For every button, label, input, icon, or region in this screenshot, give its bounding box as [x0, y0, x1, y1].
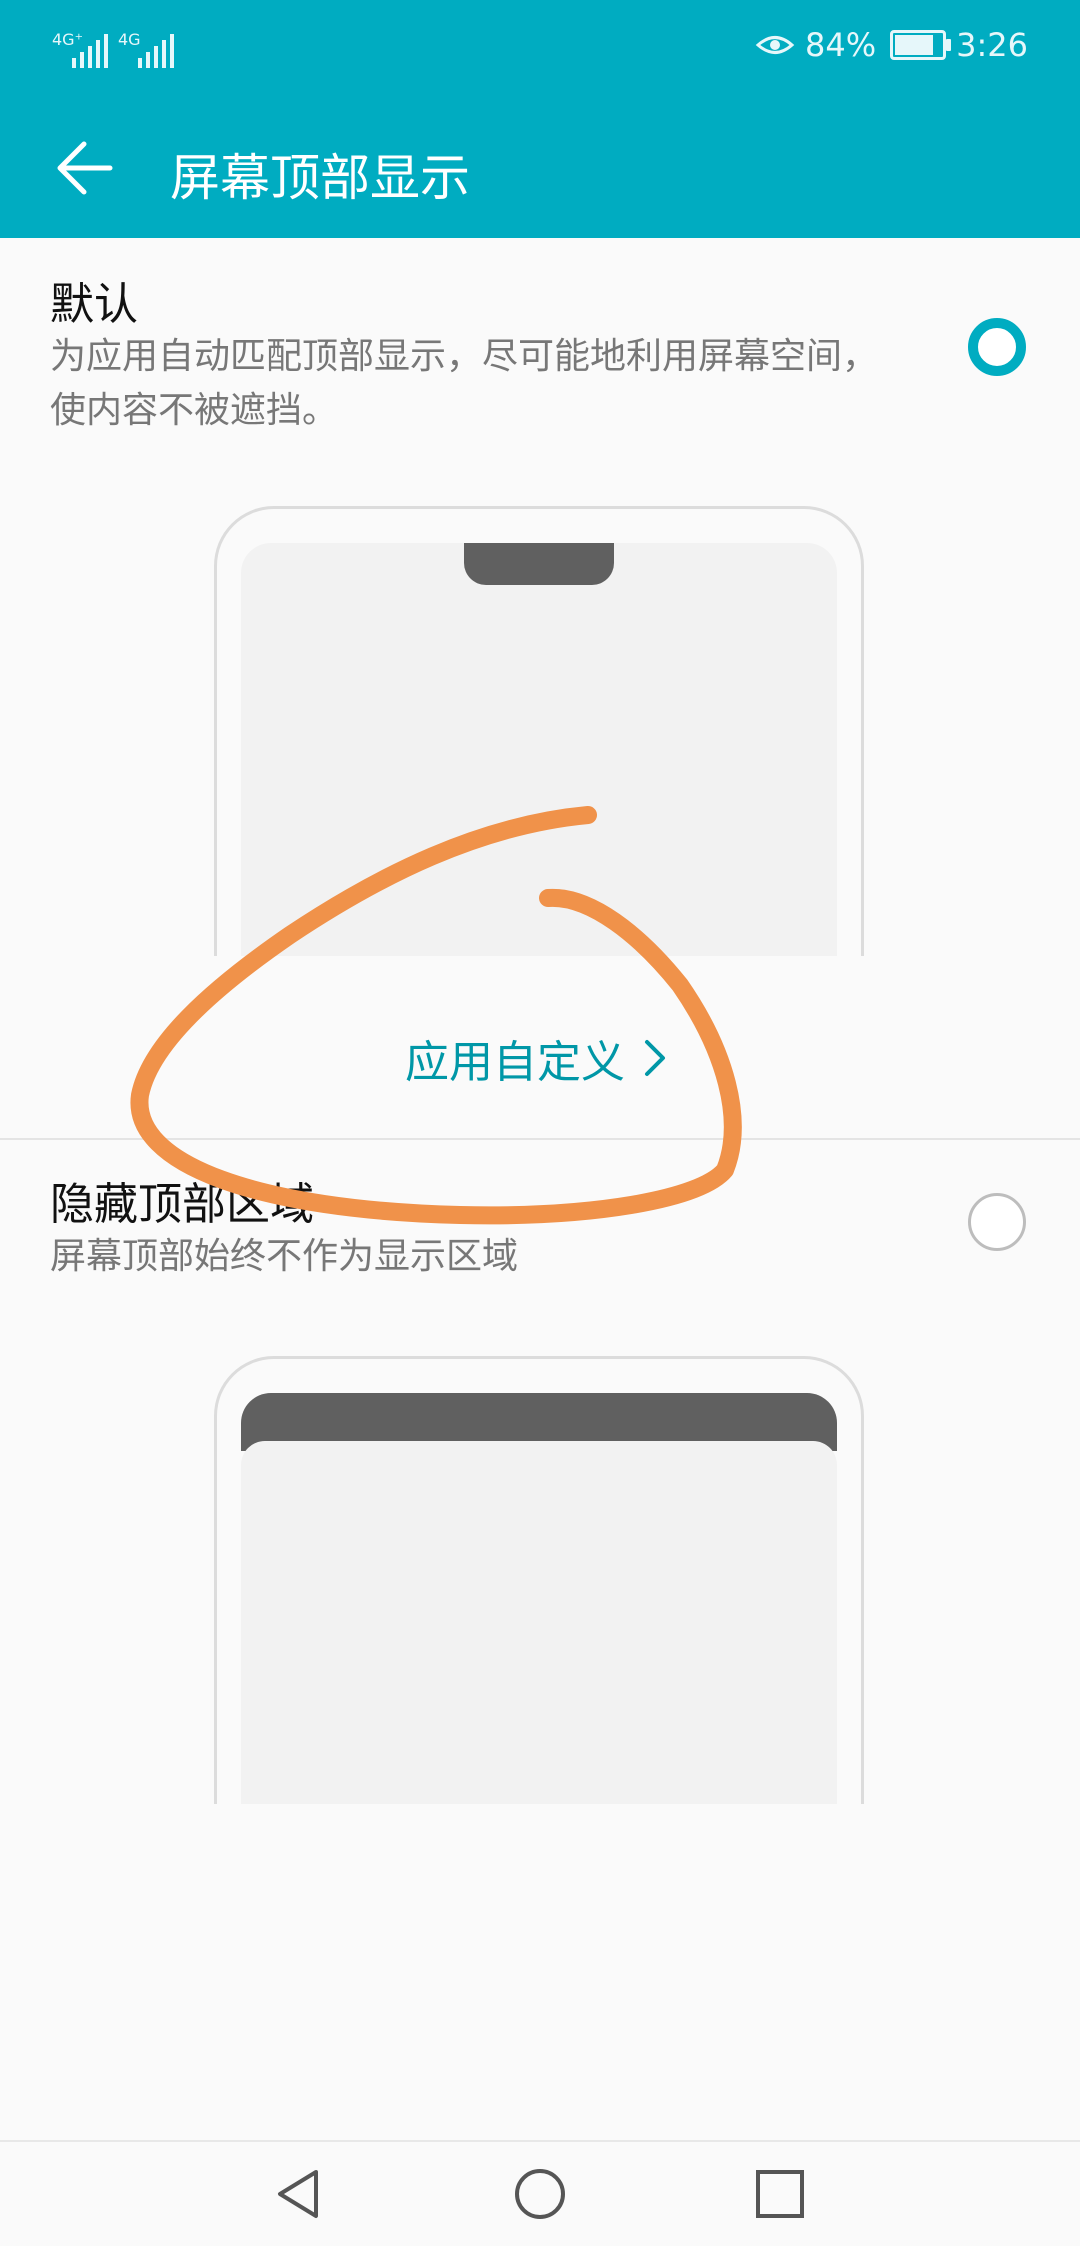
navigation-bar — [0, 2140, 1080, 2246]
hide-preview-illustration — [214, 1356, 864, 1804]
option-hide-title[interactable]: 隐藏顶部区域 — [50, 1168, 314, 1232]
default-preview-illustration — [214, 506, 864, 956]
preview-content — [241, 1441, 837, 1804]
status-bar: 4G⁺ 4G 84% 3:26 — [0, 0, 1080, 96]
eye-comfort-icon — [755, 36, 795, 54]
option-hide-description: 屏幕顶部始终不作为显示区域 — [50, 1236, 519, 1277]
preview-screen — [241, 543, 837, 956]
preview-screen-hidden — [241, 1393, 837, 1804]
option-default-radio[interactable] — [968, 318, 1026, 376]
page-title: 屏幕顶部显示 — [170, 149, 470, 207]
clock: 3:26 — [956, 26, 1028, 64]
battery-percent: 84% — [805, 26, 877, 64]
app-custom-label: 应用自定义 — [405, 1037, 625, 1088]
app-custom-link[interactable]: 应用自定义 — [405, 1026, 667, 1090]
option-hide-radio[interactable] — [968, 1193, 1026, 1251]
option-default-title[interactable]: 默认 — [50, 268, 138, 332]
home-circle-icon[interactable] — [512, 2166, 568, 2222]
recents-square-icon[interactable] — [752, 2166, 808, 2222]
chevron-right-icon — [645, 1040, 665, 1076]
back-arrow-icon[interactable] — [54, 140, 114, 196]
notch — [464, 543, 614, 585]
option-default-description: 为应用自动匹配顶部显示，尽可能地利用屏幕空间，使内容不被遮挡。 — [50, 336, 879, 431]
back-triangle-icon[interactable] — [272, 2166, 328, 2222]
status-right: 84% 3:26 — [755, 26, 1028, 64]
battery-icon — [890, 30, 952, 60]
divider — [0, 1138, 1080, 1140]
app-bar — [0, 96, 1080, 238]
